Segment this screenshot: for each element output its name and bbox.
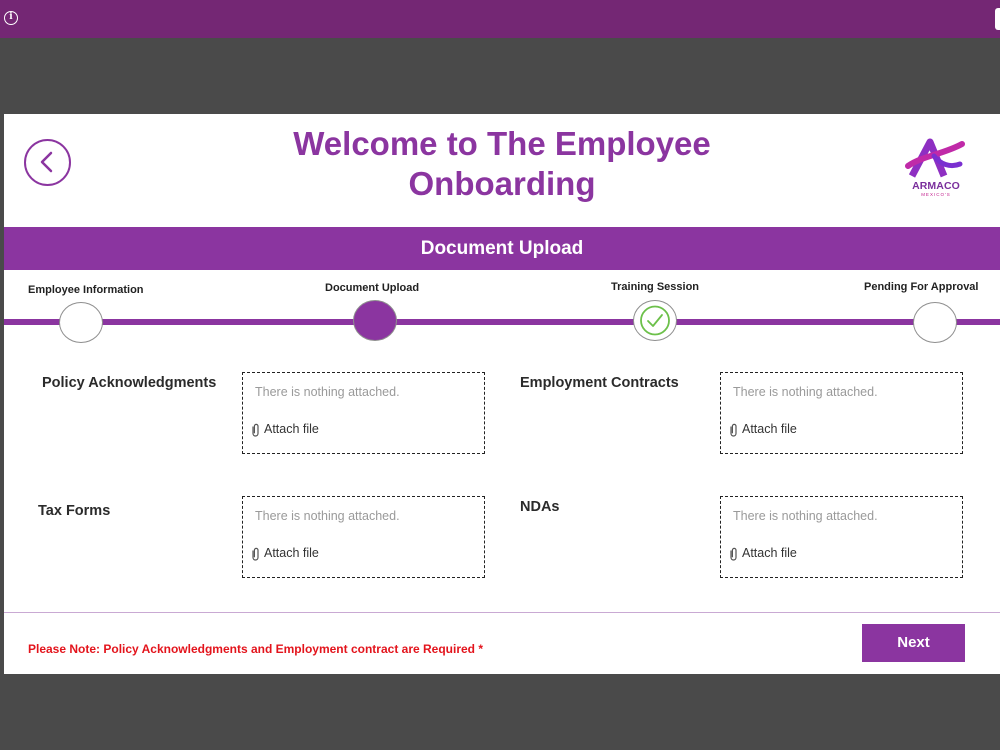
paperclip-icon [730, 547, 737, 561]
attach-file-label: Attach file [264, 546, 319, 560]
top-bar: i [0, 0, 1000, 38]
page-title: Welcome to The Employee Onboarding [234, 124, 770, 204]
paperclip-icon [730, 423, 737, 437]
armaco-logo-mark [905, 138, 965, 178]
footer-divider [4, 612, 1000, 613]
section-title: Document Upload [420, 238, 584, 259]
step-label-pending-for-approval: Pending For Approval [864, 281, 979, 293]
back-button[interactable] [24, 139, 71, 186]
section-title-bar: Document Upload [4, 227, 1000, 270]
attachment-empty-text: There is nothing attached. [733, 385, 878, 399]
onboarding-card: Welcome to The Employee Onboarding ARMAC… [4, 114, 1000, 674]
attachment-empty-text: There is nothing attached. [255, 509, 400, 523]
progress-line [4, 319, 1000, 325]
attach-file-label: Attach file [264, 422, 319, 436]
top-bar-edge-control[interactable] [995, 8, 1000, 30]
step-circle-training-session[interactable] [633, 300, 677, 341]
policy-acknowledgments-label: Policy Acknowledgments [42, 375, 217, 391]
ndas-label: NDAs [520, 499, 560, 515]
attachment-empty-text: There is nothing attached. [733, 509, 878, 523]
employment-contracts-attachment: There is nothing attached. Attach file [720, 372, 963, 454]
attach-file-label: Attach file [742, 546, 797, 560]
logo-brand-text: ARMACO [912, 180, 960, 192]
employment-contracts-label: Employment Contracts [520, 375, 679, 391]
company-logo: ARMACO MEXICO'S [904, 136, 968, 200]
required-note: Please Note: Policy Acknowledgments and … [28, 642, 484, 656]
ndas-attachment: There is nothing attached. Attach file [720, 496, 963, 578]
step-label-employee-information: Employee Information [28, 284, 144, 296]
step-circle-employee-information[interactable] [59, 302, 103, 343]
checkmark-circle-icon [639, 305, 670, 335]
attach-file-label: Attach file [742, 422, 797, 436]
attachment-empty-text: There is nothing attached. [255, 385, 400, 399]
policy-acknowledgments-attachment: There is nothing attached. Attach file [242, 372, 485, 454]
tax-forms-label: Tax Forms [38, 503, 111, 519]
step-circle-document-upload[interactable] [353, 300, 397, 341]
page-title-line-1: Welcome to The Employee [293, 125, 711, 162]
info-icon[interactable]: i [4, 11, 18, 25]
next-button[interactable]: Next [862, 624, 965, 662]
paperclip-icon [252, 547, 259, 561]
tax-forms-attachment: There is nothing attached. Attach file [242, 496, 485, 578]
step-label-training-session: Training Session [611, 281, 700, 293]
logo-sub-text: MEXICO'S [921, 192, 951, 197]
step-circle-pending-for-approval[interactable] [913, 302, 957, 343]
page-title-line-2: Onboarding [408, 165, 596, 202]
paperclip-icon [252, 423, 259, 437]
step-label-document-upload: Document Upload [325, 282, 420, 294]
chevron-left-icon [40, 151, 53, 173]
